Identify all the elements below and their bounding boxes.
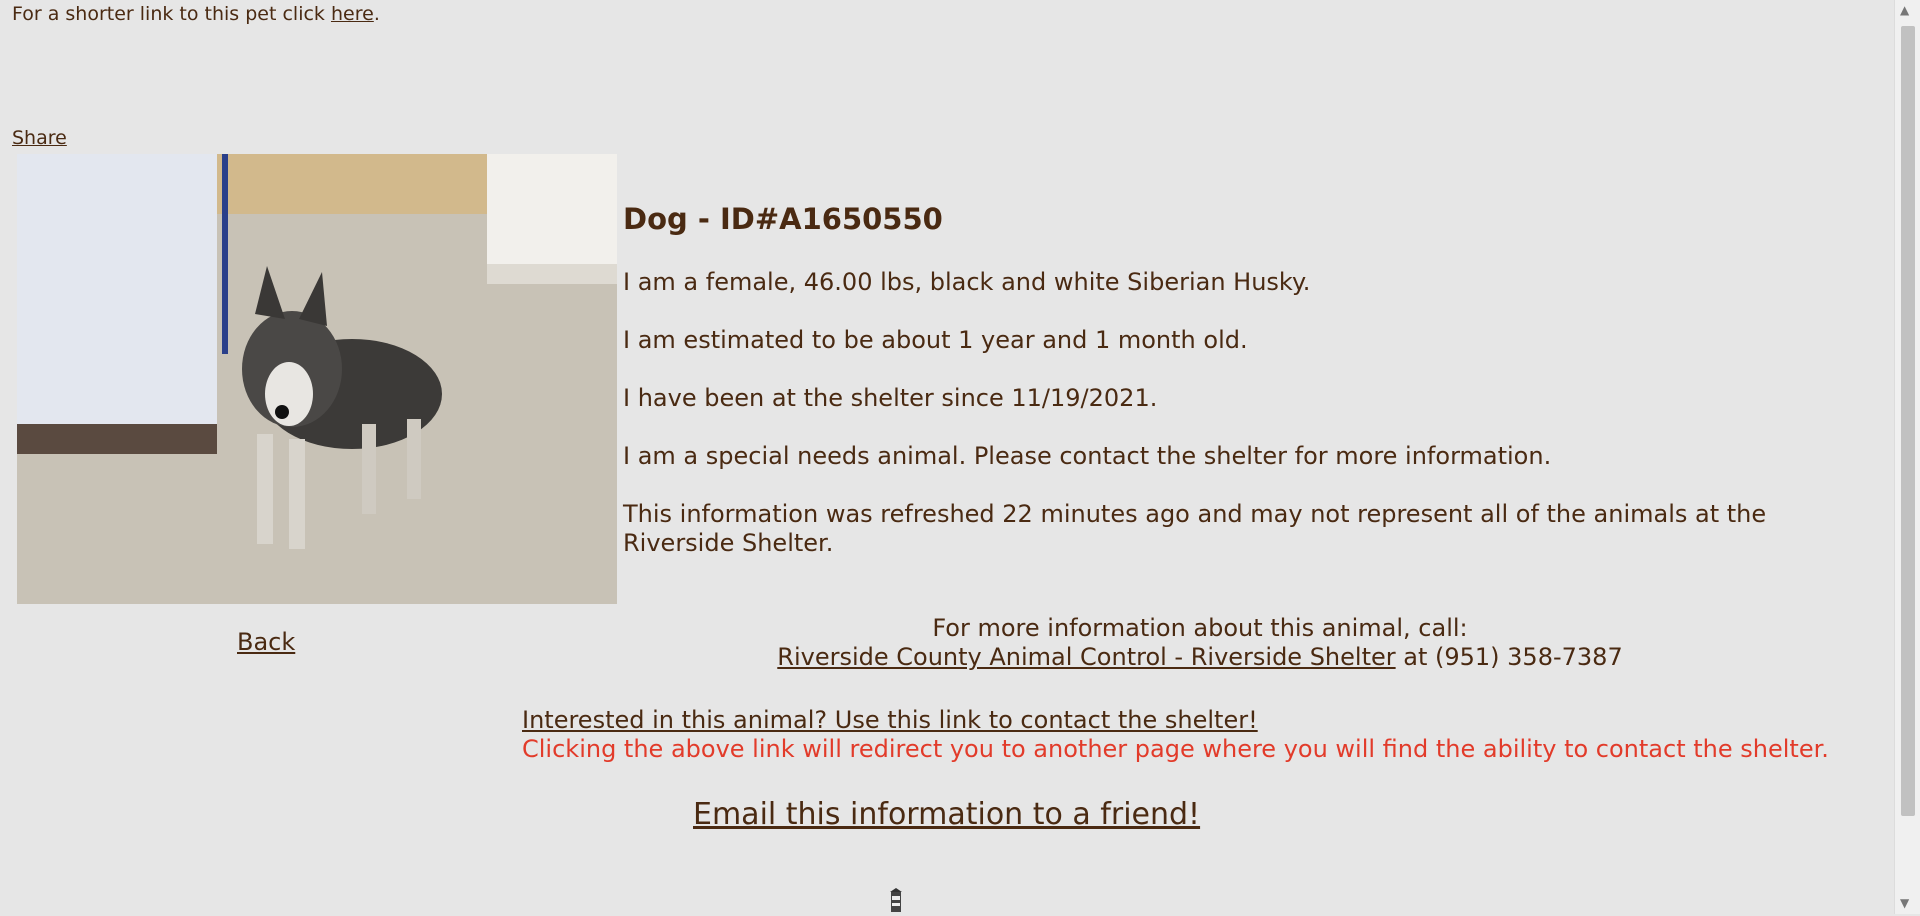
short-link-prefix: For a shorter link to this pet click [12,3,331,25]
contact-shelter-link[interactable]: Interested in this animal? Use this link… [522,706,1258,734]
contact-line: Riverside County Animal Control - Rivers… [760,643,1640,672]
share-link[interactable]: Share [12,127,67,149]
shelter-link[interactable]: Riverside County Animal Control - Rivers… [777,643,1395,671]
animal-description: I am a female, 46.00 lbs, black and whit… [623,268,1311,296]
lighthouse-icon [887,888,905,912]
animal-photo [17,154,617,604]
animal-age: I am estimated to be about 1 year and 1 … [623,326,1248,354]
refresh-note: This information was refreshed 22 minute… [623,500,1767,557]
short-link-line: For a shorter link to this pet click her… [12,3,380,25]
scrollbar-thumb[interactable] [1901,26,1915,816]
email-friend-link[interactable]: Email this information to a friend! [693,797,1200,832]
phone-text: at (951) 358-7387 [1395,643,1623,671]
contact-block: For more information about this animal, … [760,614,1640,672]
interest-block: Interested in this animal? Use this link… [522,706,1829,764]
chevron-down-icon[interactable]: ▼ [1900,896,1909,910]
animal-intake-date: I have been at the shelter since 11/19/2… [623,384,1158,412]
short-link-suffix: . [373,3,380,25]
chevron-up-icon[interactable]: ▲ [1900,3,1909,17]
animal-title: Dog - ID#A1650550 [623,202,943,236]
back-link[interactable]: Back [237,628,295,657]
special-needs-note: I am a special needs animal. Please cont… [623,442,1552,470]
short-link-here[interactable]: here [331,3,374,25]
contact-label: For more information about this animal, … [932,614,1468,642]
dog-photo-illustration [17,154,617,604]
redirect-warning: Clicking the above link will redirect yo… [522,735,1829,763]
vertical-scrollbar[interactable]: ▲ ▼ [1894,0,1920,914]
